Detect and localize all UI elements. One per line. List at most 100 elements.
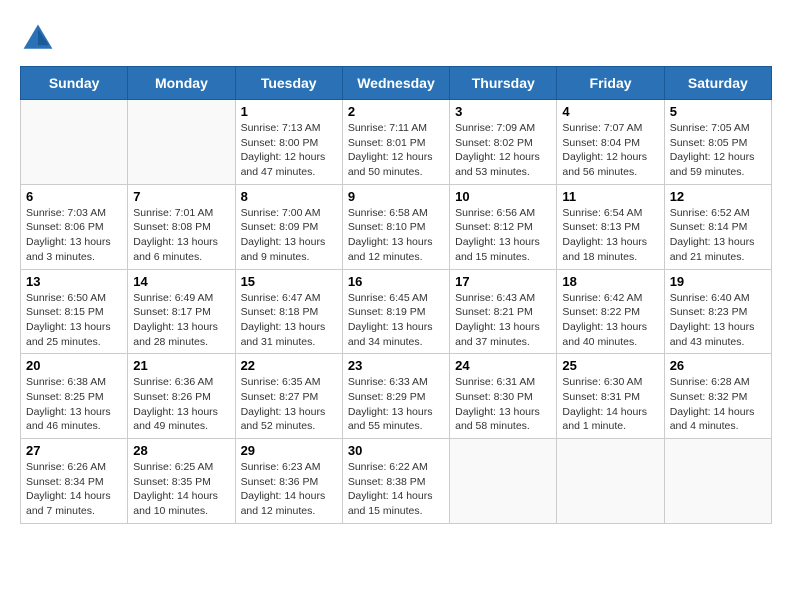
weekday-header-wednesday: Wednesday — [342, 67, 449, 100]
calendar-cell: 2 Sunrise: 7:11 AMSunset: 8:01 PMDaylight… — [342, 100, 449, 185]
calendar-cell: 1Sunrise: 7:13 AMSunset: 8:00 PMDaylight… — [235, 100, 342, 185]
calendar-cell: 18 Sunrise: 6:42 AMSunset: 8:22 PMDayligh… — [557, 269, 664, 354]
day-info: Sunrise: 6:30 AMSunset: 8:31 PMDaylight:… — [562, 375, 658, 434]
day-number: 5 — [670, 104, 766, 119]
logo — [20, 20, 60, 56]
calendar-cell: 6 Sunrise: 7:03 AMSunset: 8:06 PMDaylight… — [21, 184, 128, 269]
week-row-1: 1Sunrise: 7:13 AMSunset: 8:00 PMDaylight… — [21, 100, 772, 185]
day-info: Sunrise: 7:09 AMSunset: 8:02 PMDaylight:… — [455, 121, 551, 180]
day-number: 22 — [241, 358, 337, 373]
calendar-cell: 30 Sunrise: 6:22 AMSunset: 8:38 PMDayligh… — [342, 439, 449, 524]
day-number: 12 — [670, 189, 766, 204]
day-info: Sunrise: 6:22 AMSunset: 8:38 PMDaylight:… — [348, 460, 444, 519]
weekday-header-row: SundayMondayTuesdayWednesdayThursdayFrid… — [21, 67, 772, 100]
weekday-header-friday: Friday — [557, 67, 664, 100]
day-number: 20 — [26, 358, 122, 373]
calendar-cell: 16 Sunrise: 6:45 AMSunset: 8:19 PMDayligh… — [342, 269, 449, 354]
day-info: Sunrise: 6:49 AMSunset: 8:17 PMDaylight:… — [133, 291, 229, 350]
calendar-cell: 21 Sunrise: 6:36 AMSunset: 8:26 PMDayligh… — [128, 354, 235, 439]
weekday-header-saturday: Saturday — [664, 67, 771, 100]
day-info: Sunrise: 6:28 AMSunset: 8:32 PMDaylight:… — [670, 375, 766, 434]
day-number: 7 — [133, 189, 229, 204]
day-number: 11 — [562, 189, 658, 204]
day-info: Sunrise: 6:50 AMSunset: 8:15 PMDaylight:… — [26, 291, 122, 350]
day-info: Sunrise: 6:42 AMSunset: 8:22 PMDaylight:… — [562, 291, 658, 350]
calendar-cell: 22 Sunrise: 6:35 AMSunset: 8:27 PMDayligh… — [235, 354, 342, 439]
calendar-cell — [664, 439, 771, 524]
day-number: 18 — [562, 274, 658, 289]
day-number: 2 — [348, 104, 444, 119]
calendar-cell: 13 Sunrise: 6:50 AMSunset: 8:15 PMDayligh… — [21, 269, 128, 354]
calendar-cell: 20 Sunrise: 6:38 AMSunset: 8:25 PMDayligh… — [21, 354, 128, 439]
day-number: 28 — [133, 443, 229, 458]
day-number: 21 — [133, 358, 229, 373]
day-info: Sunrise: 7:11 AMSunset: 8:01 PMDaylight:… — [348, 121, 444, 180]
day-info: Sunrise: 6:58 AMSunset: 8:10 PMDaylight:… — [348, 206, 444, 265]
day-info: Sunrise: 7:05 AMSunset: 8:05 PMDaylight:… — [670, 121, 766, 180]
calendar-cell: 3 Sunrise: 7:09 AMSunset: 8:02 PMDaylight… — [450, 100, 557, 185]
day-info: Sunrise: 7:03 AMSunset: 8:06 PMDaylight:… — [26, 206, 122, 265]
calendar-cell: 8 Sunrise: 7:00 AMSunset: 8:09 PMDaylight… — [235, 184, 342, 269]
day-number: 26 — [670, 358, 766, 373]
calendar-cell: 27 Sunrise: 6:26 AMSunset: 8:34 PMDayligh… — [21, 439, 128, 524]
weekday-header-sunday: Sunday — [21, 67, 128, 100]
calendar-cell: 26 Sunrise: 6:28 AMSunset: 8:32 PMDayligh… — [664, 354, 771, 439]
calendar-cell: 9 Sunrise: 6:58 AMSunset: 8:10 PMDaylight… — [342, 184, 449, 269]
day-info: Sunrise: 6:26 AMSunset: 8:34 PMDaylight:… — [26, 460, 122, 519]
day-info: Sunrise: 6:25 AMSunset: 8:35 PMDaylight:… — [133, 460, 229, 519]
calendar-cell: 15Sunrise: 6:47 AMSunset: 8:18 PMDayligh… — [235, 269, 342, 354]
day-number: 27 — [26, 443, 122, 458]
logo-icon — [20, 20, 56, 56]
day-number: 16 — [348, 274, 444, 289]
calendar-cell: 7Sunrise: 7:01 AMSunset: 8:08 PMDaylight… — [128, 184, 235, 269]
calendar-cell: 19Sunrise: 6:40 AMSunset: 8:23 PMDayligh… — [664, 269, 771, 354]
day-info: Sunrise: 6:36 AMSunset: 8:26 PMDaylight:… — [133, 375, 229, 434]
calendar: SundayMondayTuesdayWednesdayThursdayFrid… — [20, 66, 772, 524]
day-number: 3 — [455, 104, 551, 119]
week-row-5: 27 Sunrise: 6:26 AMSunset: 8:34 PMDayligh… — [21, 439, 772, 524]
day-info: Sunrise: 6:52 AMSunset: 8:14 PMDaylight:… — [670, 206, 766, 265]
day-info: Sunrise: 7:07 AMSunset: 8:04 PMDaylight:… — [562, 121, 658, 180]
calendar-cell: 10Sunrise: 6:56 AMSunset: 8:12 PMDayligh… — [450, 184, 557, 269]
day-number: 30 — [348, 443, 444, 458]
day-number: 8 — [241, 189, 337, 204]
day-number: 14 — [133, 274, 229, 289]
day-number: 29 — [241, 443, 337, 458]
calendar-cell: 12 Sunrise: 6:52 AMSunset: 8:14 PMDayligh… — [664, 184, 771, 269]
day-info: Sunrise: 6:35 AMSunset: 8:27 PMDaylight:… — [241, 375, 337, 434]
day-info: Sunrise: 7:00 AMSunset: 8:09 PMDaylight:… — [241, 206, 337, 265]
calendar-cell — [557, 439, 664, 524]
week-row-4: 20 Sunrise: 6:38 AMSunset: 8:25 PMDayligh… — [21, 354, 772, 439]
calendar-cell: 24 Sunrise: 6:31 AMSunset: 8:30 PMDayligh… — [450, 354, 557, 439]
day-info: Sunrise: 6:45 AMSunset: 8:19 PMDaylight:… — [348, 291, 444, 350]
day-info: Sunrise: 7:13 AMSunset: 8:00 PMDaylight:… — [241, 121, 337, 180]
weekday-header-tuesday: Tuesday — [235, 67, 342, 100]
calendar-cell: 5 Sunrise: 7:05 AMSunset: 8:05 PMDaylight… — [664, 100, 771, 185]
calendar-cell: 11 Sunrise: 6:54 AMSunset: 8:13 PMDayligh… — [557, 184, 664, 269]
calendar-cell: 17 Sunrise: 6:43 AMSunset: 8:21 PMDayligh… — [450, 269, 557, 354]
day-info: Sunrise: 6:43 AMSunset: 8:21 PMDaylight:… — [455, 291, 551, 350]
day-number: 9 — [348, 189, 444, 204]
calendar-cell: 28 Sunrise: 6:25 AMSunset: 8:35 PMDayligh… — [128, 439, 235, 524]
day-number: 24 — [455, 358, 551, 373]
week-row-2: 6 Sunrise: 7:03 AMSunset: 8:06 PMDaylight… — [21, 184, 772, 269]
day-number: 17 — [455, 274, 551, 289]
day-info: Sunrise: 6:31 AMSunset: 8:30 PMDaylight:… — [455, 375, 551, 434]
day-number: 23 — [348, 358, 444, 373]
calendar-cell: 29 Sunrise: 6:23 AMSunset: 8:36 PMDayligh… — [235, 439, 342, 524]
calendar-cell: 14 Sunrise: 6:49 AMSunset: 8:17 PMDayligh… — [128, 269, 235, 354]
calendar-cell — [128, 100, 235, 185]
weekday-header-monday: Monday — [128, 67, 235, 100]
calendar-cell: 4 Sunrise: 7:07 AMSunset: 8:04 PMDaylight… — [557, 100, 664, 185]
day-number: 6 — [26, 189, 122, 204]
calendar-cell: 23Sunrise: 6:33 AMSunset: 8:29 PMDayligh… — [342, 354, 449, 439]
weekday-header-thursday: Thursday — [450, 67, 557, 100]
header — [20, 20, 772, 56]
day-number: 13 — [26, 274, 122, 289]
day-info: Sunrise: 6:56 AMSunset: 8:12 PMDaylight:… — [455, 206, 551, 265]
day-number: 15 — [241, 274, 337, 289]
day-info: Sunrise: 6:38 AMSunset: 8:25 PMDaylight:… — [26, 375, 122, 434]
day-info: Sunrise: 6:23 AMSunset: 8:36 PMDaylight:… — [241, 460, 337, 519]
day-number: 4 — [562, 104, 658, 119]
day-info: Sunrise: 6:54 AMSunset: 8:13 PMDaylight:… — [562, 206, 658, 265]
